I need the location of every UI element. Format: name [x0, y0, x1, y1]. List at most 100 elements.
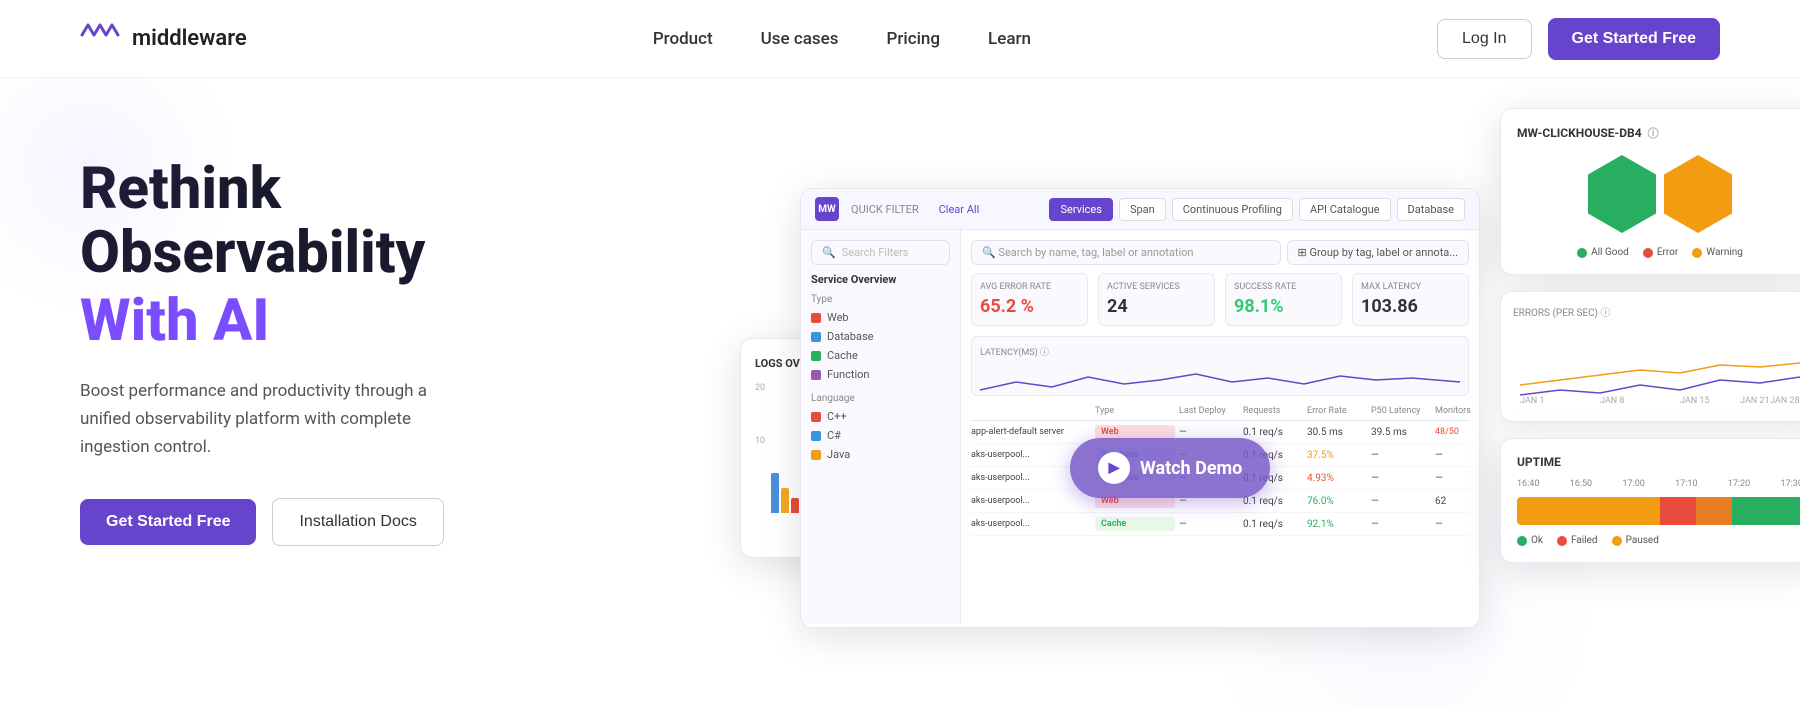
quick-filter-label: QUICK FILTER [851, 203, 919, 216]
filter-web[interactable]: Web [811, 311, 950, 324]
legend-error: Error [1643, 247, 1678, 258]
main-nav: Product Use cases Pricing Learn [653, 29, 1031, 49]
success-rate-value: 98.1% [1234, 296, 1333, 317]
tab-services[interactable]: Services [1049, 198, 1112, 221]
clickhouse-panel: MW-CLICKHOUSE-DB4 ⓘ All Good Error [1500, 108, 1800, 275]
legend-dot-orange [1692, 248, 1702, 258]
dashboard-tabs: Services Span Continuous Profiling API C… [1049, 198, 1465, 221]
dashboard-sidebar: 🔍 Search Filters Service Overview Type W… [801, 230, 961, 624]
time-1730: 17:30 [1781, 479, 1800, 489]
time-1700: 17:00 [1622, 479, 1644, 489]
play-icon: ▶ [1098, 452, 1130, 484]
uptime-title: UPTIME [1517, 455, 1800, 469]
seg-warn [1696, 497, 1732, 525]
max-latency-value: 103.86 [1361, 296, 1460, 317]
nav-use-cases[interactable]: Use cases [761, 29, 839, 49]
seg-paused [1732, 497, 1800, 525]
group-by-selector[interactable]: ⊞ Group by tag, label or annota... [1287, 240, 1470, 265]
dashboard-header: MW QUICK FILTER Clear All Services Span … [801, 189, 1479, 230]
filter-function[interactable]: Function [811, 368, 950, 381]
legend-dot-red [1643, 248, 1653, 258]
legend-dot-green [1577, 248, 1587, 258]
right-panels: MW-CLICKHOUSE-DB4 ⓘ All Good Error [1500, 108, 1800, 563]
hero-cta-primary[interactable]: Get Started Free [80, 499, 256, 545]
tab-api[interactable]: API Catalogue [1299, 198, 1391, 221]
nav-product[interactable]: Product [653, 29, 713, 49]
latency-svg [980, 362, 1460, 398]
uptime-time-labels: 16:40 16:50 17:00 17:10 17:20 17:30 [1517, 479, 1800, 489]
time-1710: 17:10 [1675, 479, 1697, 489]
tab-profiling[interactable]: Continuous Profiling [1172, 198, 1293, 221]
avg-error-label: AVG ERROR RATE [980, 282, 1079, 292]
active-services-value: 24 [1107, 296, 1206, 317]
hero-section: Rethink Observability With AI Boost perf… [0, 78, 1800, 710]
tab-database[interactable]: Database [1397, 198, 1465, 221]
hexagons [1517, 155, 1800, 233]
hex-green [1588, 155, 1656, 233]
filter-cache[interactable]: Cache [811, 349, 950, 362]
login-button[interactable]: Log In [1437, 19, 1531, 59]
hero-title-ai: With AI [80, 290, 500, 354]
time-1720: 17:20 [1728, 479, 1750, 489]
legend-all-good: All Good [1577, 247, 1629, 258]
stat-max-latency: MAX LATENCY 103.86 [1352, 273, 1469, 326]
errors-svg: JAN 1 JAN 8 JAN 15 JAN 21 JAN 28 [1513, 325, 1800, 405]
uptime-panel: UPTIME 16:40 16:50 17:00 17:10 17:20 17:… [1500, 438, 1800, 563]
svg-text:JAN 21: JAN 21 [1740, 396, 1770, 405]
filter-csharp[interactable]: C# [811, 429, 950, 442]
service-overview-title: Service Overview [811, 273, 950, 286]
errors-label: ERRORS (PER SEC) ⓘ [1513, 304, 1800, 319]
get-started-button[interactable]: Get Started Free [1548, 18, 1720, 60]
svg-text:JAN 8: JAN 8 [1600, 396, 1624, 405]
hex-orange [1664, 155, 1732, 233]
dashboard-area: LOGS OVER TIME ⓘ ⤢ ⋯ 20 10 [740, 108, 1800, 710]
max-latency-label: MAX LATENCY [1361, 282, 1460, 292]
svg-text:JAN 28: JAN 28 [1770, 396, 1800, 405]
filter-cpp[interactable]: C++ [811, 410, 950, 423]
latency-chart: LATENCY(MS) ⓘ [971, 336, 1469, 396]
info-icon: ⓘ [1648, 125, 1659, 141]
dashboard-content: 🔍 Search by name, tag, label or annotati… [961, 230, 1479, 624]
dashboard-body: 🔍 Search Filters Service Overview Type W… [801, 230, 1479, 624]
clickhouse-legend: All Good Error Warning [1517, 247, 1800, 258]
dashboard-main-panel: MW QUICK FILTER Clear All Services Span … [800, 188, 1480, 628]
hero-buttons: Get Started Free Installation Docs [80, 498, 500, 546]
svg-text:JAN 1: JAN 1 [1520, 396, 1544, 405]
stat-success-rate: SUCCESS RATE 98.1% [1225, 273, 1342, 326]
hero-cta-secondary[interactable]: Installation Docs [272, 498, 443, 546]
ok-dot [1517, 536, 1527, 546]
uptime-legend: Ok Failed Paused [1517, 535, 1800, 546]
table-row: aks-userpool... Cache — 0.1 req/s 92.1% … [971, 513, 1469, 536]
header-actions: Log In Get Started Free [1437, 18, 1720, 60]
nav-learn[interactable]: Learn [988, 29, 1031, 49]
nav-pricing[interactable]: Pricing [887, 29, 941, 49]
stat-active-services: ACTIVE SERVICES 24 [1098, 273, 1215, 326]
y-label-10: 10 [755, 436, 765, 446]
search-icon: 🔍 [822, 246, 836, 259]
clickhouse-title: MW-CLICKHOUSE-DB4 ⓘ [1517, 125, 1800, 141]
watch-demo-button[interactable]: ▶ Watch Demo [1070, 438, 1270, 498]
search-filters[interactable]: 🔍 Search Filters [811, 240, 950, 265]
clear-all-label[interactable]: Clear All [939, 203, 980, 216]
dashboard-logo: MW [815, 197, 839, 221]
hero-description: Boost performance and productivity throu… [80, 377, 460, 461]
tab-span[interactable]: Span [1119, 198, 1166, 221]
logo[interactable]: middleware [80, 20, 247, 57]
active-services-label: ACTIVE SERVICES [1107, 282, 1206, 292]
legend-paused: Paused [1612, 535, 1659, 546]
logo-text: middleware [132, 26, 247, 51]
failed-dot [1557, 536, 1567, 546]
search-bar-row: 🔍 Search by name, tag, label or annotati… [971, 240, 1469, 265]
filter-database[interactable]: Database [811, 330, 950, 343]
filter-java[interactable]: Java [811, 448, 950, 461]
name-search-input[interactable]: 🔍 Search by name, tag, label or annotati… [971, 240, 1281, 265]
stats-row: AVG ERROR RATE 65.2 % ACTIVE SERVICES 24… [971, 273, 1469, 326]
search-placeholder: Search Filters [842, 246, 909, 259]
type-label: Type [811, 294, 950, 305]
logo-icon [80, 20, 122, 57]
uptime-bar [1517, 497, 1800, 525]
language-label: Language [811, 393, 950, 404]
table-header: Type Last Deploy Requests Error Rate P50… [971, 402, 1469, 421]
seg-failed [1660, 497, 1696, 525]
avg-error-value: 65.2 % [980, 296, 1079, 317]
